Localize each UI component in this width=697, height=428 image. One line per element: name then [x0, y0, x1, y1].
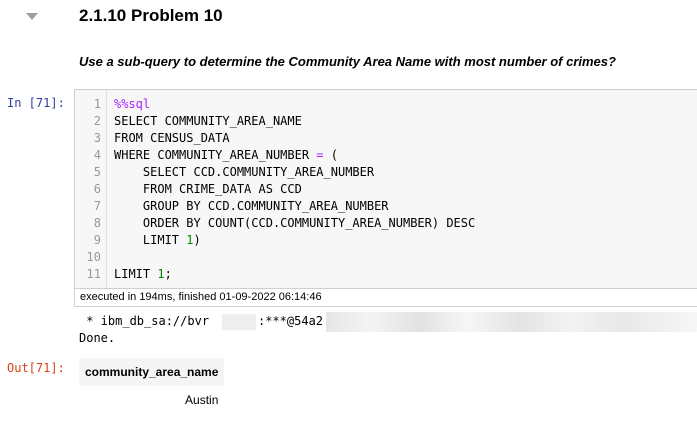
code-line[interactable]: LIMIT 1;	[114, 266, 172, 283]
code-line[interactable]: SELECT COMMUNITY_AREA_NAME	[114, 113, 302, 130]
line-number: 2	[93, 114, 101, 128]
code-line[interactable]: SELECT CCD.COMMUNITY_AREA_NUMBER	[114, 164, 374, 181]
line-number: 4	[93, 148, 101, 162]
line-number: 11	[86, 267, 101, 281]
line-number: 5	[93, 165, 101, 179]
execution-time-info: executed in 194ms, finished 01-09-2022 0…	[74, 289, 697, 307]
connection-string-mid: :***@54a2	[258, 314, 324, 328]
column-header: community_area_name	[79, 358, 225, 386]
code-line[interactable]: FROM CRIME_DATA AS CCD	[114, 181, 302, 198]
line-number: 9	[93, 233, 101, 247]
question-text: Use a sub-query to determine the Communi…	[79, 54, 616, 69]
line-number: 3	[93, 131, 101, 145]
line-number: 10	[86, 250, 101, 264]
output-prompt: Out[71]:	[7, 361, 65, 375]
code-line[interactable]: ORDER BY COUNT(CCD.COMMUNITY_AREA_NUMBER…	[114, 215, 475, 232]
redacted-region	[326, 312, 697, 332]
table-header-row: community_area_name	[79, 358, 225, 386]
line-number: 7	[93, 199, 101, 213]
input-prompt: In [71]:	[7, 96, 65, 110]
line-number: 1	[93, 97, 101, 111]
connection-string-start: * ibm_db_sa://bvr	[79, 314, 210, 328]
table-cell: Austin	[185, 393, 219, 407]
table-row: Austin	[79, 386, 224, 414]
result-table: community_area_name Austin	[79, 358, 225, 414]
code-cell-editor[interactable]: 1 2 3 4 5 6 7 8 9 10 11 %%sql SELECT COM…	[74, 89, 697, 289]
done-message: Done.	[79, 331, 116, 345]
code-line-magic[interactable]: %%sql	[114, 96, 150, 113]
code-line[interactable]: GROUP BY CCD.COMMUNITY_AREA_NUMBER	[114, 198, 389, 215]
code-line[interactable]: WHERE COMMUNITY_AREA_NUMBER = (	[114, 147, 338, 164]
line-number-gutter: 1 2 3 4 5 6 7 8 9 10 11	[75, 90, 107, 288]
line-number: 8	[93, 216, 101, 230]
code-line[interactable]: LIMIT 1)	[114, 232, 201, 249]
line-number: 6	[93, 182, 101, 196]
section-heading: 2.1.10 Problem 10	[79, 6, 223, 25]
redacted-region	[222, 314, 256, 330]
code-line[interactable]: FROM CENSUS_DATA	[114, 130, 230, 147]
collapse-caret-icon[interactable]	[26, 13, 38, 20]
